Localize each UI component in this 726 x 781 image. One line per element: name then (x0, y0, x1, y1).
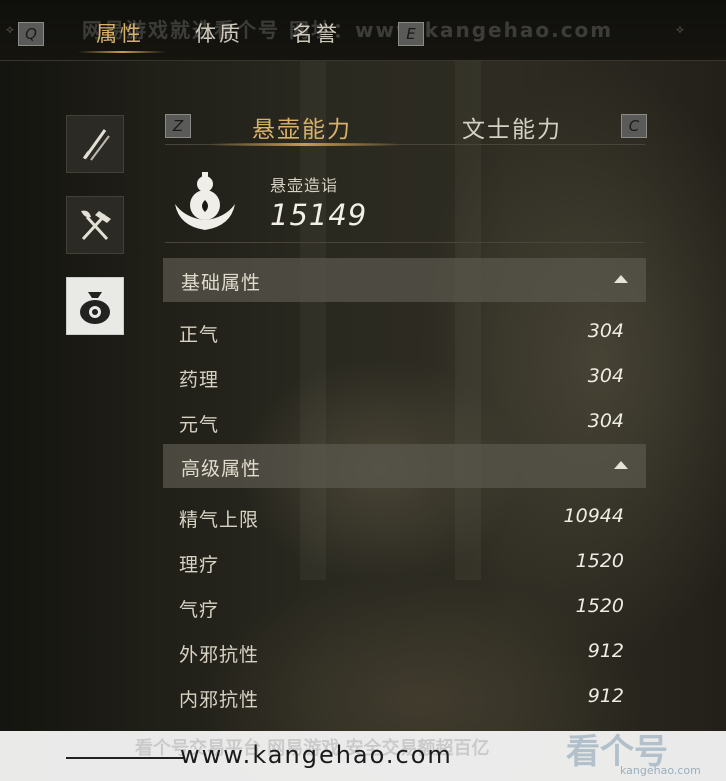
attribute-row: 精气上限 10944 (163, 497, 646, 537)
attribute-row: 气疗 1520 (163, 587, 646, 627)
active-tab-underline (78, 51, 166, 53)
active-subtab-underline (210, 143, 400, 146)
next-tab-key[interactable]: E (398, 22, 424, 46)
attribute-value: 10944 (563, 505, 624, 527)
attribute-value: 304 (587, 320, 624, 342)
side-item-weapons[interactable] (66, 115, 124, 173)
tab-reputation[interactable]: 名誉 (292, 18, 340, 48)
bottom-divider (66, 757, 184, 759)
top-tab-bar: 网易游戏就选看个号 网址：www.kangehao.com ⟡ ⟡ Q 属性 体… (0, 0, 726, 61)
collapse-caret-icon (614, 275, 628, 283)
attribute-value: 912 (587, 640, 624, 662)
advanced-attributes-header[interactable]: 高级属性 (163, 444, 646, 488)
attribute-row: 元气 304 (163, 402, 646, 442)
subtab-scholar-ability[interactable]: 文士能力 (462, 110, 562, 144)
attribute-value: 304 (587, 365, 624, 387)
attribute-row: 理疗 1520 (163, 542, 646, 582)
side-item-tools[interactable] (66, 196, 124, 254)
basic-attributes-header[interactable]: 基础属性 (163, 258, 646, 302)
tab-attributes[interactable]: 属性 (96, 18, 144, 48)
gourd-icon (175, 172, 235, 230)
tab-physique[interactable]: 体质 (195, 18, 243, 48)
attribute-label: 元气 (179, 414, 220, 436)
next-subtab-key[interactable]: C (621, 114, 647, 138)
shovel-pickaxe-icon (81, 210, 111, 241)
attribute-label: 内邪抗性 (179, 689, 260, 711)
attribute-value: 304 (587, 410, 624, 432)
weapons-icon (82, 129, 110, 161)
prev-subtab-key[interactable]: Z (165, 114, 191, 138)
side-item-medicine[interactable] (66, 277, 124, 335)
ornament-right: ⟡ (676, 22, 684, 36)
ornament-left: ⟡ (6, 22, 14, 36)
top-watermark: 网易游戏就选看个号 网址：www.kangehao.com (82, 18, 614, 42)
profession-value: 15149 (270, 198, 368, 232)
prev-tab-key[interactable]: Q (18, 22, 44, 46)
subtab-healer-ability[interactable]: 悬壶能力 (252, 110, 352, 144)
money-bag-icon (80, 292, 110, 324)
attribute-label: 精气上限 (179, 509, 260, 531)
collapse-caret-icon (614, 461, 628, 469)
attribute-row: 内邪抗性 912 (163, 677, 646, 717)
attribute-label: 气疗 (179, 599, 220, 621)
attribute-row: 外邪抗性 912 (163, 632, 646, 672)
attribute-row: 正气 304 (163, 312, 646, 352)
attribute-label: 药理 (179, 369, 220, 391)
site-logo-sub: kangehao.com (620, 764, 701, 777)
attribute-label: 正气 (179, 324, 220, 346)
attribute-label: 理疗 (179, 554, 220, 576)
profession-label: 悬壶造诣 (270, 176, 339, 195)
attribute-value: 912 (587, 685, 624, 707)
section-title: 高级属性 (181, 458, 262, 480)
header-divider (165, 242, 645, 243)
bottom-url: www.kangehao.com (180, 741, 453, 769)
attribute-row: 药理 304 (163, 357, 646, 397)
section-title: 基础属性 (181, 272, 262, 294)
attribute-value: 1520 (575, 595, 624, 617)
attribute-value: 1520 (575, 550, 624, 572)
attribute-label: 外邪抗性 (179, 644, 260, 666)
